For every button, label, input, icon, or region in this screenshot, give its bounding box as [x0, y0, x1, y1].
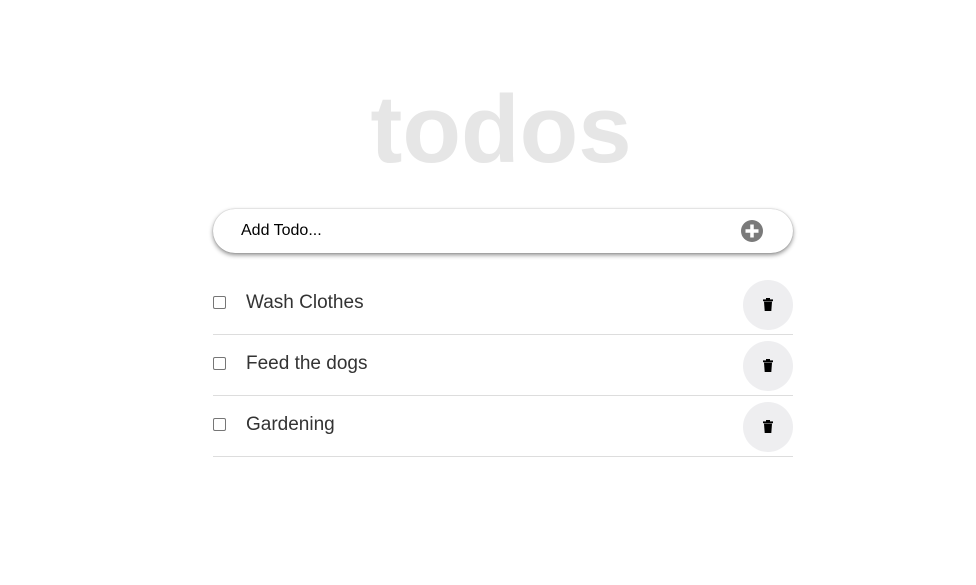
delete-todo-button[interactable] [743, 280, 793, 330]
todo-item: Gardening [213, 396, 793, 457]
plus-circle-icon [745, 224, 759, 238]
todo-checkbox[interactable] [213, 418, 226, 431]
todo-label: Feed the dogs [246, 353, 368, 374]
app-title: todos [370, 76, 632, 183]
add-todo-input[interactable] [213, 209, 733, 253]
trash-icon [763, 359, 773, 372]
trash-icon [763, 420, 773, 433]
todo-checkbox[interactable] [213, 357, 226, 370]
todo-checkbox[interactable] [213, 296, 226, 309]
trash-icon [763, 298, 773, 311]
add-todo-button[interactable] [741, 220, 763, 242]
delete-todo-button[interactable] [743, 402, 793, 452]
delete-todo-button[interactable] [743, 341, 793, 391]
todo-label: Wash Clothes [246, 292, 364, 313]
todo-app: todos Wash Clothes Feed the dogs [0, 0, 976, 585]
todo-item: Wash Clothes [213, 274, 793, 335]
todo-label: Gardening [246, 414, 335, 435]
add-todo-form [213, 209, 793, 253]
todo-item: Feed the dogs [213, 335, 793, 396]
todo-list: Wash Clothes Feed the dogs Gardening [213, 274, 793, 457]
